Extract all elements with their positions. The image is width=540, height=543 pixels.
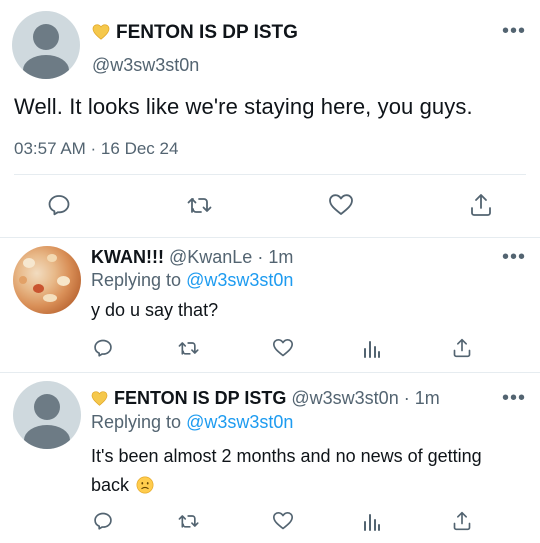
slightly-frowning-face-icon [136, 476, 154, 494]
reply-icon[interactable] [93, 511, 113, 531]
tweet-text: y do u say that? [91, 300, 219, 320]
reply-icon[interactable] [93, 338, 113, 358]
replying-handle[interactable]: @w3sw3st0n [186, 270, 293, 290]
replying-to: Replying to @w3sw3st0n [91, 270, 293, 291]
tweet-text: Well. It looks like we're staying here, … [14, 94, 473, 119]
timestamp[interactable]: 03:57 AM · 16 Dec 24 [14, 139, 178, 159]
yellow-heart-icon [92, 24, 110, 40]
avatar[interactable] [13, 381, 81, 449]
like-icon[interactable] [328, 193, 354, 217]
like-icon[interactable] [272, 338, 294, 358]
more-icon[interactable]: ••• [502, 247, 526, 267]
display-name[interactable]: FENTON IS DP ISTG [114, 388, 286, 408]
replying-to: Replying to @w3sw3st0n [91, 412, 293, 433]
replying-label: Replying to [91, 412, 182, 432]
more-icon[interactable]: ••• [502, 388, 526, 408]
reply-header: KWAN!!! @KwanLe · 1m [91, 247, 293, 268]
like-icon[interactable] [272, 511, 294, 531]
handle[interactable]: @w3sw3st0n [291, 388, 398, 408]
yellow-heart-icon [91, 391, 108, 406]
tweet-text: It's been almost 2 months and no news of… [91, 442, 531, 500]
divider [14, 174, 526, 175]
retweet-icon[interactable] [177, 511, 201, 531]
analytics-icon[interactable] [362, 512, 382, 532]
reply-icon[interactable] [47, 193, 71, 217]
retweet-icon[interactable] [186, 193, 214, 217]
display-name[interactable]: KWAN!!! [91, 247, 164, 267]
post-time[interactable]: · 1m [257, 247, 293, 267]
share-icon[interactable] [469, 192, 493, 218]
tweet-text-line: It's been almost 2 months and no news of… [91, 446, 482, 466]
more-icon[interactable]: ••• [502, 21, 526, 41]
analytics-icon[interactable] [362, 339, 382, 359]
handle[interactable]: @KwanLe [169, 247, 252, 267]
share-icon[interactable] [452, 337, 472, 359]
replying-handle[interactable]: @w3sw3st0n [186, 412, 293, 432]
post-time[interactable]: · 1m [404, 388, 440, 408]
avatar[interactable] [12, 11, 80, 79]
divider [0, 372, 540, 373]
reply-header: FENTON IS DP ISTG @w3sw3st0n · 1m [91, 388, 440, 409]
author-name[interactable]: FENTON IS DP ISTG [92, 22, 298, 44]
retweet-icon[interactable] [177, 338, 201, 358]
divider [0, 237, 540, 238]
tweet-text-word: back [91, 475, 130, 495]
handle[interactable]: @w3sw3st0n [92, 55, 199, 76]
share-icon[interactable] [452, 510, 472, 532]
avatar[interactable] [13, 246, 81, 314]
tweet-text-line: back [91, 471, 531, 500]
replying-label: Replying to [91, 270, 182, 290]
display-name: FENTON IS DP ISTG [116, 22, 298, 43]
